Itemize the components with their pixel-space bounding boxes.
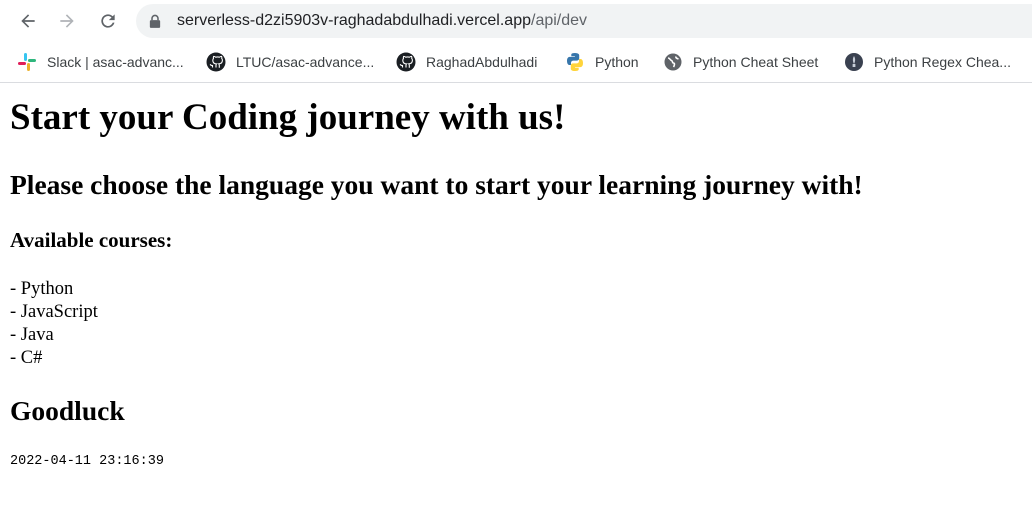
globe-icon	[663, 52, 683, 72]
course-item: - Python	[10, 279, 74, 299]
course-item: - Java	[10, 325, 54, 345]
github-icon	[396, 52, 416, 72]
bookmark-label: Python Cheat Sheet	[693, 54, 819, 70]
bookmark-label: RaghadAbdulhadi	[426, 54, 538, 70]
url-host: serverless-d2zi5903v-raghadabdulhadi.ver…	[177, 12, 531, 29]
bookmark-raghad-github[interactable]: RaghadAbdulhadi	[396, 49, 537, 75]
slack-icon	[17, 52, 37, 72]
course-item: - JavaScript	[10, 302, 98, 322]
page-subtitle: Please choose the language you want to s…	[10, 169, 863, 200]
browser-toolbar: serverless-d2zi5903v-raghadabdulhadi.ver…	[0, 0, 1032, 42]
forward-button[interactable]	[52, 6, 82, 36]
site-icon	[844, 52, 864, 72]
bookmark-label: Slack | asac-advanc...	[47, 54, 184, 70]
url-path: /api/dev	[531, 12, 588, 29]
courses-heading: Available courses:	[10, 228, 173, 252]
arrow-left-icon	[21, 14, 35, 28]
bookmark-label: Python Regex Chea...	[874, 54, 1011, 70]
bookmark-python-regex[interactable]: Python Regex Chea...	[844, 49, 1011, 75]
bookmark-label: Python	[595, 54, 639, 70]
course-list: - Python - JavaScript - Java - C#	[10, 278, 98, 370]
reload-icon	[101, 14, 115, 28]
bookmarks-bar: Slack | asac-advanc... LTUC/asac-advance…	[0, 42, 1032, 83]
url-text: serverless-d2zi5903v-raghadabdulhadi.ver…	[177, 12, 587, 30]
reload-button[interactable]	[93, 6, 123, 36]
back-button[interactable]	[13, 6, 43, 36]
page-title: Start your Coding journey with us!	[10, 97, 566, 138]
address-bar[interactable]: serverless-d2zi5903v-raghadabdulhadi.ver…	[136, 4, 1032, 38]
bookmark-label: LTUC/asac-advance...	[236, 54, 375, 70]
arrow-right-icon	[60, 14, 74, 28]
bookmark-ltuc-repo[interactable]: LTUC/asac-advance...	[206, 49, 374, 75]
bookmark-python[interactable]: Python	[565, 49, 639, 75]
course-item: - C#	[10, 348, 43, 368]
bookmark-python-cheat-sheet[interactable]: Python Cheat Sheet	[663, 49, 818, 75]
lock-icon	[149, 13, 163, 29]
timestamp: 2022-04-11 23:16:39	[10, 454, 164, 469]
github-icon	[206, 52, 226, 72]
bookmark-slack[interactable]: Slack | asac-advanc...	[17, 49, 184, 75]
closing-heading: Goodluck	[10, 395, 125, 426]
python-icon	[565, 52, 585, 72]
